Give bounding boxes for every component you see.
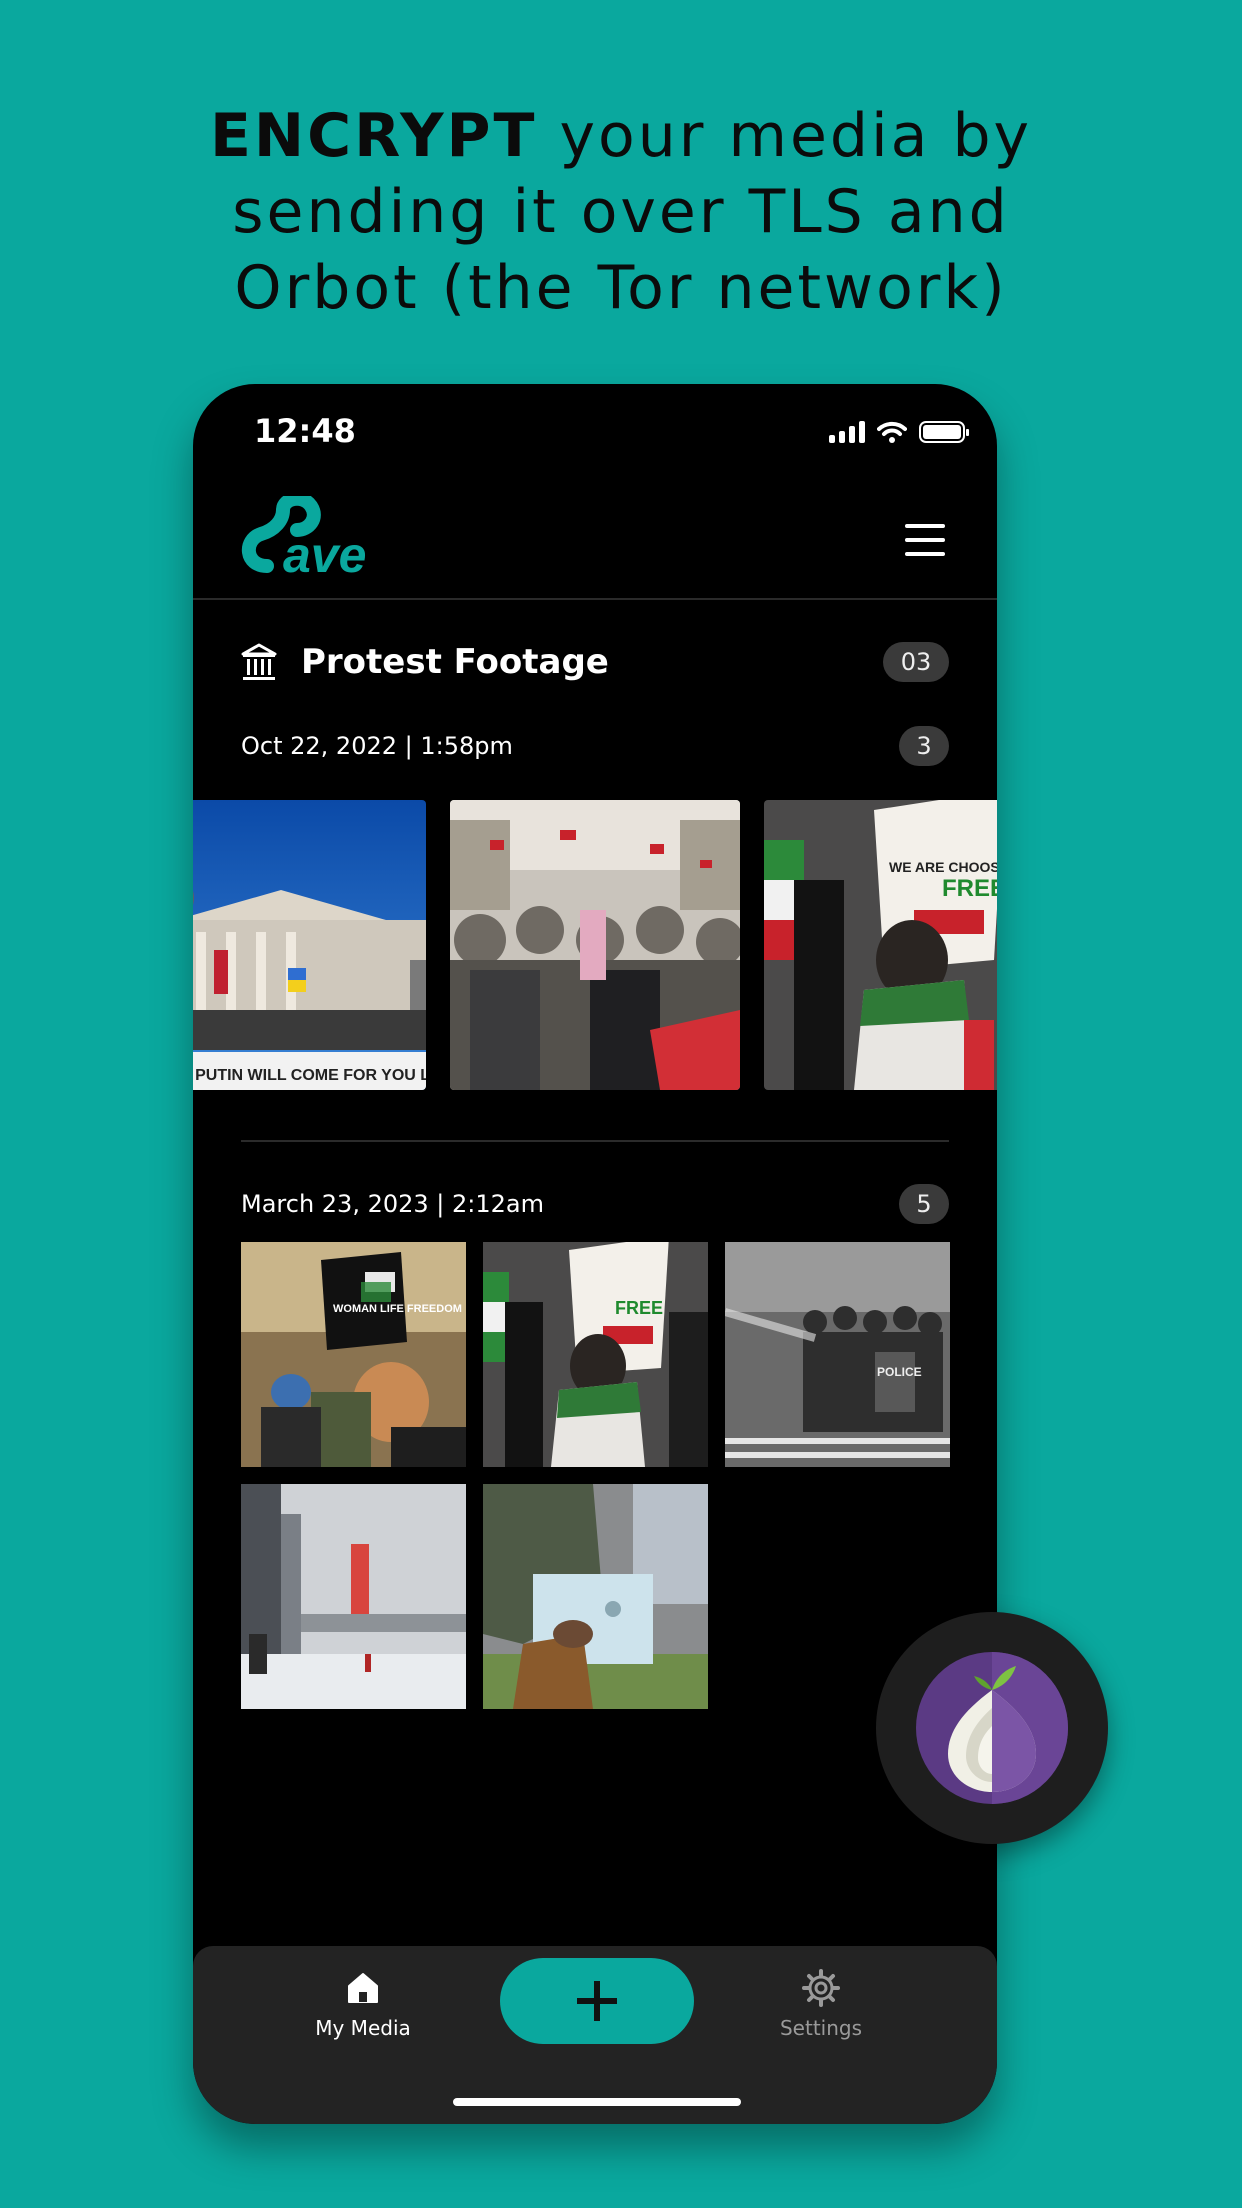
media-thumbnail[interactable]: WOMAN LIFE FREEDOM [241,1242,466,1467]
gear-icon [802,1969,840,2007]
media-thumbnail[interactable]: POLICE [725,1242,950,1467]
status-icons [829,420,969,444]
media-thumbnail[interactable]: WE ARE CHOOSING LIFE FREE [764,800,997,1090]
header-divider [193,598,997,600]
home-indicator [453,2098,741,2106]
headline-line1: your media by [537,101,1033,171]
sign-text-3: WOMAN LIFE FREEDOM [333,1303,462,1315]
tor-onion-badge [876,1612,1108,1844]
add-media-button[interactable] [500,1958,694,2044]
tab-settings[interactable]: Settings [741,1966,901,2040]
group-header-2: March 23, 2023 | 2:12am 5 [241,1184,949,1224]
headline-line3: Orbot (the Tor network) [234,253,1008,323]
tor-onion-icon [916,1652,1068,1804]
folder-title: Protest Footage [301,642,609,682]
wifi-icon [877,421,907,443]
svg-text:ave: ave [283,527,366,580]
phone-frame: 12:48 ave Protest Footage 03 Oct 22, 202… [193,384,997,2124]
banner-text: FALLS PUTIN WILL COME FOR YOU LADIES & G… [193,1067,426,1084]
bottom-tab-bar: My Media Settings [193,1946,997,2124]
group-date: Oct 22, 2022 | 1:58pm [241,732,513,760]
signal-icon [829,421,865,443]
folder-count-badge: 03 [883,642,949,682]
headline-bold: ENCRYPT [209,101,538,171]
group-separator [241,1140,949,1142]
media-thumbnail[interactable] [483,1484,708,1709]
tab-label-my-media: My Media [315,2016,411,2040]
folder-header[interactable]: Protest Footage 03 [241,634,949,690]
battery-icon [919,421,969,443]
police-text: POLICE [877,1365,922,1379]
plus-icon [577,1981,617,2021]
group-header-1: Oct 22, 2022 | 1:58pm 3 [241,726,949,766]
media-row-1: FALLS PUTIN WILL COME FOR YOU LADIES & G… [193,800,997,1090]
sign-text-2: FREE [942,875,997,902]
group-count-badge: 5 [899,1184,949,1224]
tab-my-media[interactable]: My Media [283,1966,443,2040]
media-grid-2: WOMAN LIFE FREEDOM FREE POLICE [241,1242,950,1709]
menu-button[interactable] [905,524,945,556]
media-thumbnail[interactable] [241,1484,466,1709]
group-count-badge: 3 [899,726,949,766]
bank-icon [241,643,277,680]
media-thumbnail[interactable]: FALLS PUTIN WILL COME FOR YOU LADIES & G… [193,800,426,1090]
sign-text-4: FREE [615,1298,663,1318]
tab-label-settings: Settings [779,2016,863,2040]
group-date: March 23, 2023 | 2:12am [241,1190,544,1218]
media-thumbnail[interactable] [450,800,740,1090]
home-icon [348,1973,378,2003]
headline-line2: sending it over TLS and [232,177,1010,247]
sign-text-1: WE ARE CHOOSING LIFE [889,859,997,875]
app-logo: ave [239,491,379,584]
media-thumbnail[interactable]: FREE [483,1242,708,1467]
status-time: 12:48 [254,412,356,450]
headline: ENCRYPT your media by sending it over TL… [0,98,1242,326]
